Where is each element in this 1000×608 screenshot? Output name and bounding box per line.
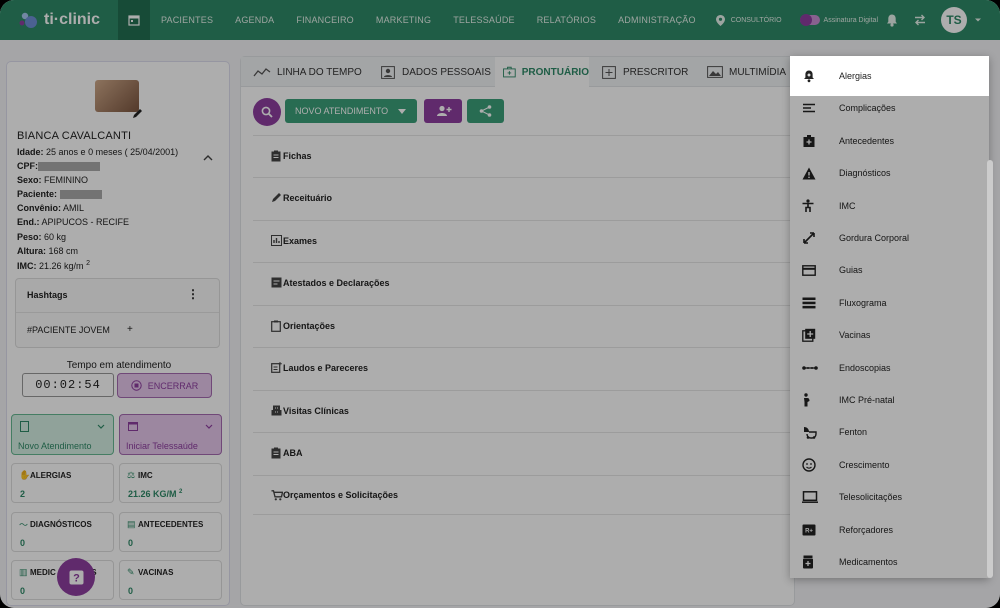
bell-plus-icon <box>790 69 839 83</box>
menu-scrollbar[interactable] <box>987 160 993 578</box>
menu-item-alergias[interactable]: Alergias <box>790 60 989 92</box>
menu-backdrop <box>790 96 989 578</box>
prontuario-dropdown-menu: Alergias Complicações Antecedentes Diagnóst… <box>790 56 989 578</box>
app-window: ti·clinic PACIENTES AGENDA FINANCEIRO MA… <box>0 0 1000 608</box>
menu-item-label: Alergias <box>839 71 872 81</box>
